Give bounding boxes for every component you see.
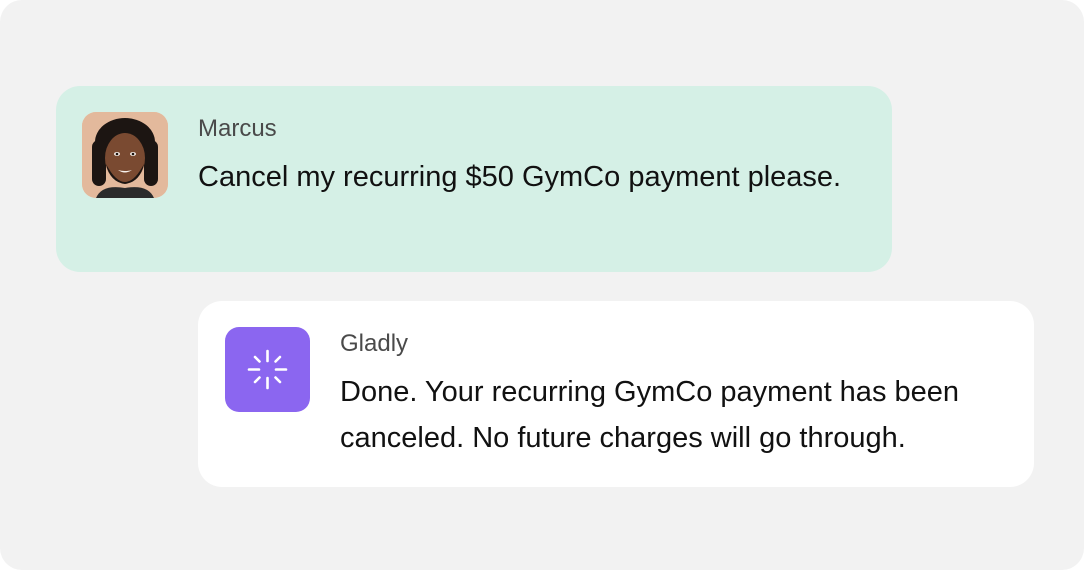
user-avatar	[82, 112, 168, 198]
sender-name: Marcus	[198, 115, 277, 142]
gladly-sparkle-icon	[247, 349, 288, 390]
message-text: Done. Your recurring GymCo payment has b…	[340, 376, 960, 454]
sender-name: Gladly	[340, 330, 409, 357]
user-message-bubble: Marcus Cancel my recurring $50 GymCo pay…	[56, 86, 892, 272]
agent-message-bubble: Gladly Done. Your recurring GymCo paymen…	[198, 301, 1034, 487]
agent-avatar	[225, 327, 310, 412]
user-photo-avatar-icon	[82, 112, 168, 198]
chat-canvas: Marcus Cancel my recurring $50 GymCo pay…	[0, 0, 1084, 570]
message-text: Cancel my recurring $50 GymCo payment pl…	[198, 161, 842, 193]
